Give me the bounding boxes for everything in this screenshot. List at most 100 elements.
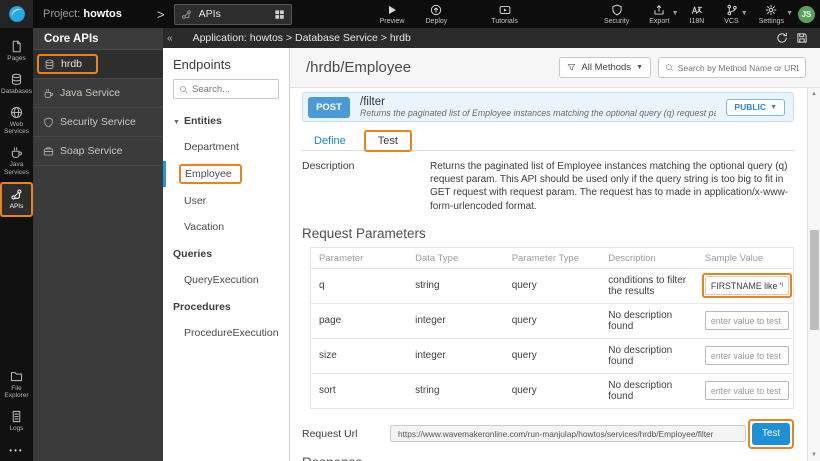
- sample-value-input-q[interactable]: [705, 276, 789, 295]
- endpoint-vacation[interactable]: Vacation: [163, 214, 289, 240]
- rail-item-pages[interactable]: Pages: [0, 35, 33, 68]
- endpoint-path: /filter: [360, 96, 716, 109]
- parameter-cell: sort: [311, 373, 408, 408]
- rail-item-file-explorer[interactable]: File Explorer: [0, 365, 33, 406]
- api-item-security-service[interactable]: Security Service: [33, 108, 163, 137]
- scroll-up-icon[interactable]: ▲: [808, 91, 820, 97]
- topbar-group-mid: Tutorials: [489, 4, 520, 25]
- translate-icon: [691, 4, 703, 16]
- tab-test[interactable]: Test: [364, 130, 412, 152]
- rail-item-logs[interactable]: Logs: [0, 405, 33, 438]
- request-url-input[interactable]: [390, 425, 746, 442]
- endpoint-procedureexecution[interactable]: ProcedureExecution: [163, 320, 289, 346]
- sample-value-input-sort[interactable]: [705, 381, 789, 400]
- main-scrollbar[interactable]: ▲ ▼: [807, 88, 820, 461]
- table-row-sort: sortstringqueryNo description found: [311, 373, 794, 408]
- topbar-tutorials-button[interactable]: Tutorials: [489, 4, 520, 25]
- column-header-parameter-type: Parameter Type: [504, 247, 601, 268]
- rail-item-databases[interactable]: Databases: [0, 68, 33, 101]
- caret-down-icon: ▼: [173, 119, 180, 126]
- sample-value-cell: [697, 338, 794, 373]
- search-icon: [179, 85, 188, 94]
- video-icon: [499, 4, 511, 16]
- endpoint-department[interactable]: Department: [163, 134, 289, 160]
- left-rail: PagesDatabasesWeb ServicesJava Services A…: [0, 28, 33, 461]
- caret-down-icon: ▼: [770, 104, 777, 111]
- endpoint-user[interactable]: User: [163, 188, 289, 214]
- parameter-type-cell: query: [504, 373, 601, 408]
- test-button[interactable]: Test: [752, 423, 790, 445]
- method-search-input[interactable]: [678, 63, 799, 73]
- chevron-right-icon: >: [157, 7, 165, 22]
- topbar-security-button[interactable]: Security: [602, 4, 631, 25]
- endpoint-row-filter[interactable]: POST /filter Returns the paginated list …: [302, 92, 794, 122]
- topbar-preview-button[interactable]: Preview: [378, 4, 407, 25]
- sample-value-input-page[interactable]: [705, 311, 789, 330]
- avatar[interactable]: JS: [798, 6, 815, 23]
- visibility-label: PUBLIC: [734, 102, 766, 112]
- coffee-icon: [10, 146, 23, 159]
- endpoint-employee[interactable]: Employee: [163, 160, 289, 188]
- pages-icon: [10, 40, 23, 53]
- endpoints-search-input[interactable]: [192, 84, 272, 95]
- grid-icon[interactable]: [274, 9, 285, 20]
- tab-apis-label: APIs: [199, 8, 267, 20]
- topbar-security-label: Security: [604, 18, 629, 25]
- sample-value-input-size[interactable]: [705, 346, 789, 365]
- topbar-export-button[interactable]: Export▼: [647, 4, 671, 25]
- wavemaker-logo-icon: [8, 5, 26, 23]
- method-badge-post[interactable]: POST: [308, 97, 350, 118]
- database-icon: [10, 73, 23, 86]
- endpoints-group-procedures[interactable]: Procedures: [163, 293, 289, 320]
- topbar-group-right: Security Export▼ I18N VCS▼ Settings▼: [602, 4, 786, 25]
- page-title: /hrdb/Employee: [306, 59, 411, 76]
- endpoint-label: Vacation: [184, 221, 224, 233]
- tab-define[interactable]: Define: [302, 132, 358, 150]
- topbar-export-label: Export: [649, 18, 669, 25]
- database-icon: [44, 59, 55, 70]
- topbar-settings-button[interactable]: Settings▼: [757, 4, 786, 25]
- scroll-down-icon[interactable]: ▼: [808, 452, 820, 458]
- visibility-dropdown[interactable]: PUBLIC ▼: [726, 99, 785, 116]
- rail-item-java-services[interactable]: Java Services: [0, 141, 33, 182]
- topbar-tutorials-label: Tutorials: [491, 18, 518, 25]
- column-header-sample-value: Sample Value: [697, 247, 794, 268]
- topbar-i18n-button[interactable]: I18N: [688, 4, 707, 25]
- endpoints-group-queries[interactable]: Queries: [163, 240, 289, 267]
- api-item-hrdb[interactable]: hrdb: [33, 50, 163, 79]
- request-parameters-title: Request Parameters: [302, 220, 794, 247]
- methods-filter-dropdown[interactable]: All Methods ▼: [559, 57, 651, 78]
- logs-icon: [10, 410, 23, 423]
- endpoint-label: Department: [184, 141, 239, 153]
- gear-icon: [765, 4, 777, 16]
- wavemaker-logo[interactable]: [0, 0, 33, 28]
- api-item-java-service[interactable]: Java Service: [33, 79, 163, 108]
- column-header-data-type: Data Type: [407, 247, 504, 268]
- method-search[interactable]: [658, 57, 806, 78]
- rail-item-label: APIs: [10, 203, 24, 211]
- refresh-icon[interactable]: [776, 32, 788, 44]
- rail-item-label: File Explorer: [0, 385, 33, 401]
- topbar-vcs-button[interactable]: VCS▼: [722, 4, 740, 25]
- topbar-deploy-label: Deploy: [426, 18, 448, 25]
- collapse-panel-icon[interactable]: «: [167, 33, 173, 44]
- sample-value-cell: [697, 303, 794, 338]
- table-row-size: sizeintegerqueryNo description found: [311, 338, 794, 373]
- topbar-vcs-label: VCS: [724, 18, 738, 25]
- rail-item-web-services[interactable]: Web Services: [0, 101, 33, 142]
- sample-value-cell: [697, 268, 794, 303]
- more-options-button[interactable]: •••: [9, 438, 23, 461]
- endpoint-texts: /filter Returns the paginated list of Em…: [360, 96, 716, 119]
- caret-down-icon: ▼: [636, 64, 643, 71]
- main-scrollbar-thumb[interactable]: [810, 230, 819, 330]
- save-icon[interactable]: [796, 32, 808, 44]
- api-item-soap-service[interactable]: Soap Service: [33, 137, 163, 166]
- tab-apis[interactable]: APIs: [174, 4, 292, 25]
- rail-item-apis[interactable]: APIs: [0, 182, 33, 217]
- branch-icon: [726, 4, 738, 16]
- endpoint-queryexecution[interactable]: QueryExecution: [163, 267, 289, 293]
- endpoints-search[interactable]: [173, 79, 279, 99]
- endpoints-group-entities[interactable]: ▼Entities: [163, 107, 289, 134]
- topbar-deploy-button[interactable]: Deploy: [424, 4, 450, 25]
- description-label: Description: [302, 160, 430, 213]
